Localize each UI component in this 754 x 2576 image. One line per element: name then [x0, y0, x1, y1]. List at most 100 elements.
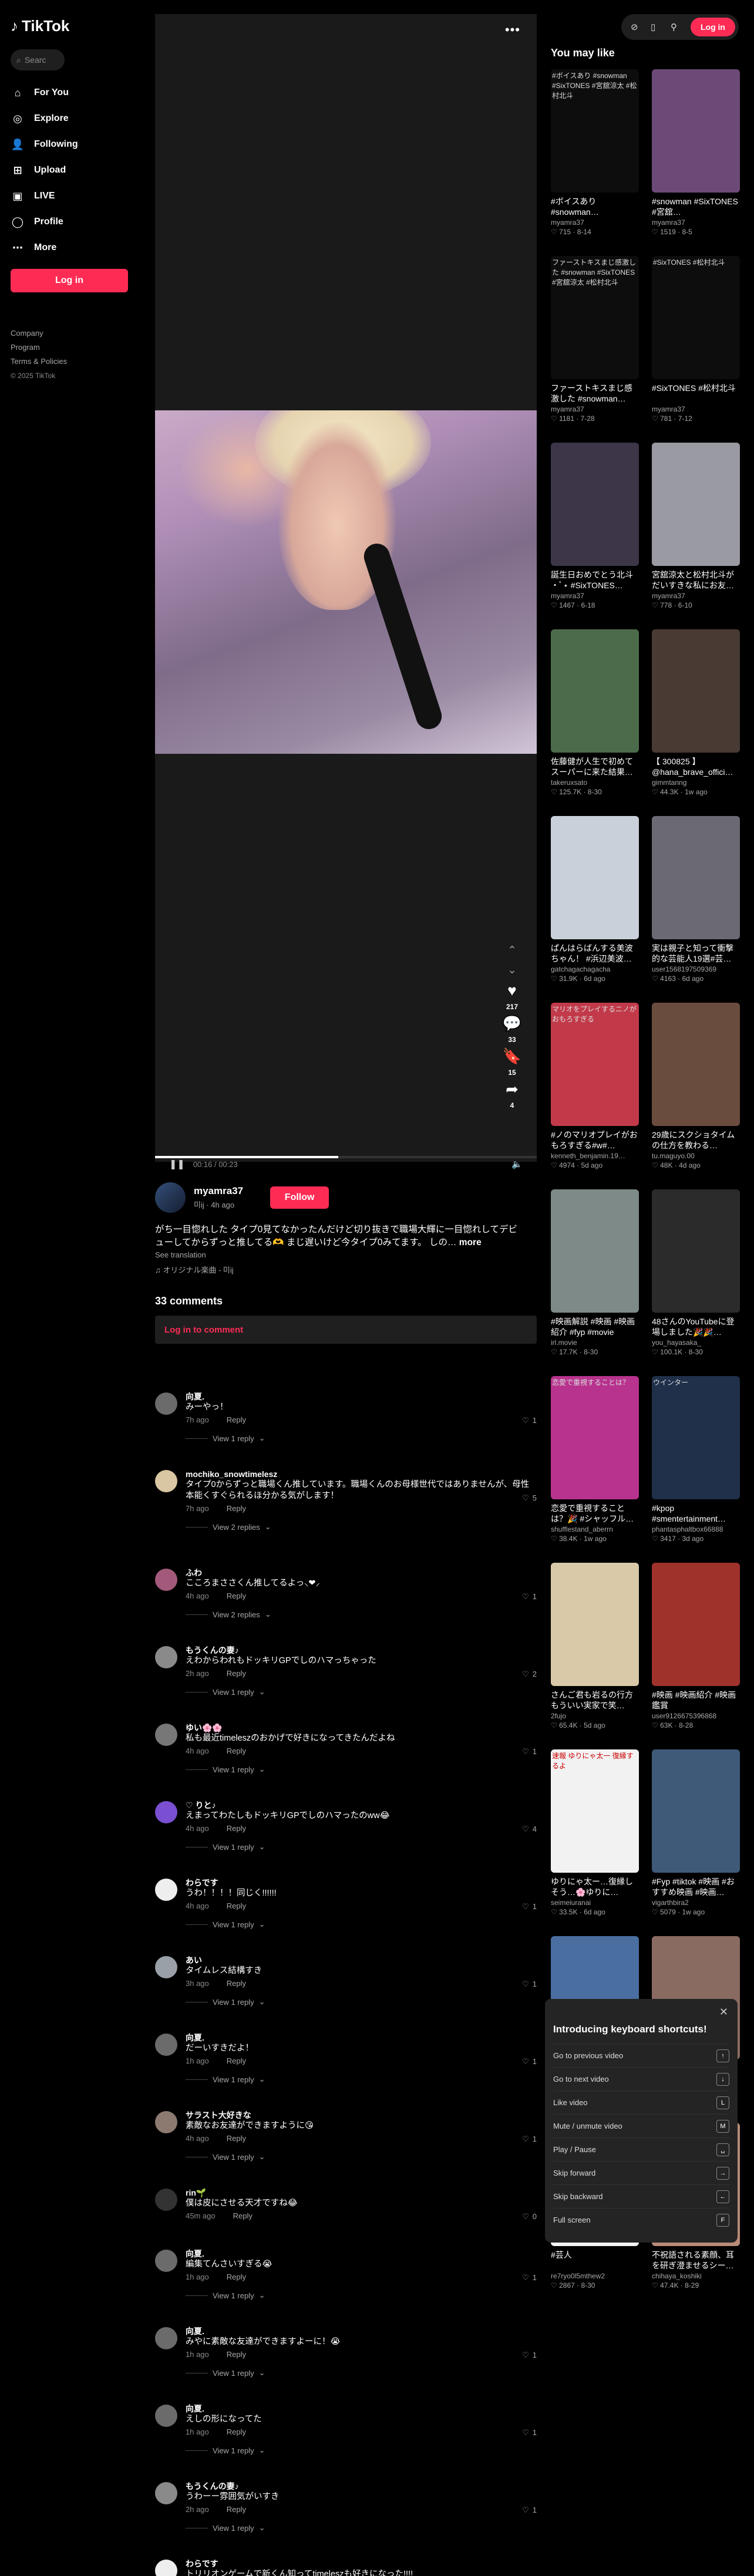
coin-icon[interactable]: ⊘ [631, 22, 641, 32]
card-username[interactable]: gatchagachagacha [551, 965, 639, 973]
video-thumbnail[interactable]: #ボイスあり #snowman #SixTONES #宮舘涼太 #松村北斗 [551, 69, 639, 193]
sidebar-item-explore[interactable]: ◎ Explore [11, 106, 130, 132]
video-player[interactable]: ••• ⌃ ⌄ ♥ 217 💬 33 🔖 15 ➦ 4 [155, 14, 537, 1162]
card-username[interactable]: re7ryo0l5mthew2 [551, 2272, 639, 2280]
comment-like[interactable]: ♡ 5 [522, 1493, 537, 1503]
view-replies-button[interactable]: View 1 reply ⌄ [186, 1842, 537, 1852]
view-replies-button[interactable]: View 2 replies ⌄ [186, 1610, 537, 1619]
card-username[interactable]: myamra37 [551, 592, 639, 600]
comment-like[interactable]: ♡ 1 [522, 2351, 537, 2360]
pin-icon[interactable]: ⚲ [671, 22, 681, 32]
reply-button[interactable]: Reply [227, 1979, 246, 1988]
comment-like[interactable]: ♡ 1 [522, 1902, 537, 1911]
commenter-avatar[interactable] [155, 2482, 177, 2504]
reply-button[interactable]: Reply [227, 1824, 246, 1833]
commenter-name[interactable]: rin🌱 [186, 2187, 537, 2198]
video-thumbnail[interactable]: ファーストキスまじ感激した #snowman #SixTONES #宮舘涼太 #… [551, 256, 639, 379]
recommended-video-card[interactable]: ウインター #kpop #smentertainment… phantasphalt… [652, 1376, 740, 1563]
recommended-video-card[interactable]: #Fyp #tiktok #映画 #おすすめ映画 #映画… vigarthbira… [652, 1749, 740, 1936]
card-username[interactable]: myamra37 [551, 218, 639, 227]
commenter-name[interactable]: もうくんの妻♪ [186, 1645, 537, 1655]
recommended-video-card[interactable]: 速報 ゆりにゃ太一 復縁するよ ゆりにゃ太ー…復縁しそう…🌸ゆりに… seimeiu… [551, 1749, 639, 1936]
commenter-name[interactable]: 向夏. [186, 2248, 537, 2259]
reply-button[interactable]: Reply [227, 1504, 246, 1513]
view-replies-button[interactable]: View 1 reply ⌄ [186, 2075, 537, 2084]
recommended-video-card[interactable]: #映画 #映画紹介 #映画鑑賞 user9126675396868 ♡ 63K · … [652, 1563, 740, 1749]
next-video-icon[interactable]: ⌄ [507, 962, 516, 978]
sidebar-item-for-you[interactable]: ⌂ For You [11, 80, 130, 106]
recommended-video-card[interactable]: ファーストキスまじ感激した #snowman #SixTONES #宮舘涼太 #… [551, 256, 639, 443]
reply-button[interactable]: Reply [227, 1592, 246, 1600]
video-thumbnail[interactable] [652, 1189, 740, 1313]
author-avatar[interactable] [155, 1182, 186, 1213]
view-replies-button[interactable]: View 1 reply ⌄ [186, 1434, 537, 1443]
recommended-video-card[interactable]: 誕生日おめでとう北斗 ・ﾟ⋆ #SixTONES… myamra37 ♡ 1467 … [551, 443, 639, 629]
pause-icon[interactable]: ❚❚ [169, 1158, 185, 1170]
video-thumbnail[interactable] [652, 1003, 740, 1126]
sidebar-item-live[interactable]: ▣ LIVE [11, 183, 130, 209]
card-username[interactable]: phantasphaltbox66888 [652, 1525, 740, 1533]
comment-like[interactable]: ♡ 1 [522, 2057, 537, 2066]
card-username[interactable]: irl.movie [551, 1338, 639, 1347]
view-replies-button[interactable]: View 1 reply ⌄ [186, 1997, 537, 2007]
bookmark-icon[interactable]: 🔖 [503, 1047, 521, 1065]
commenter-avatar[interactable] [155, 1569, 177, 1591]
description-more-link[interactable]: more [459, 1238, 482, 1247]
commenter-avatar[interactable] [155, 2405, 177, 2427]
tiktok-logo[interactable]: ♪ TikTok [11, 14, 130, 38]
commenter-avatar[interactable] [155, 2189, 177, 2211]
reply-button[interactable]: Reply [233, 2211, 253, 2220]
recommended-video-card[interactable]: 実は親子と知って衝撃的な芸能人19選#芸… user1568197509369 ♡ … [652, 816, 740, 1003]
card-username[interactable]: gimmtanng [652, 778, 740, 787]
commenter-name[interactable]: 向夏. [186, 1391, 537, 1402]
reply-button[interactable]: Reply [227, 2272, 246, 2281]
recommended-video-card[interactable]: 48さんのYouTubeに登場しました🎉🎉… you_hayasaka_ ♡ 100… [652, 1189, 740, 1376]
card-username[interactable]: chihaya_koshiki [652, 2272, 740, 2280]
commenter-name[interactable]: ふわ [186, 1567, 537, 1578]
comment-icon[interactable]: 💬 [503, 1014, 521, 1032]
commenter-avatar[interactable] [155, 1392, 177, 1415]
footer-program-link[interactable]: Program [11, 340, 130, 355]
video-thumbnail[interactable] [652, 69, 740, 193]
commenter-avatar[interactable] [155, 2327, 177, 2349]
commenter-name[interactable]: わらです [186, 2558, 537, 2569]
view-replies-button[interactable]: View 2 replies ⌄ [186, 1522, 537, 1532]
video-thumbnail[interactable]: 速報 ゆりにゃ太一 復縁するよ [551, 1749, 639, 1873]
like-icon[interactable]: ♥ [507, 982, 516, 999]
commenter-avatar[interactable] [155, 1724, 177, 1746]
card-username[interactable]: myamra37 [551, 405, 639, 413]
commenter-avatar[interactable] [155, 1956, 177, 1978]
recommended-video-card[interactable]: 恋愛で重視することは？ 恋愛で重視することは？🎉 #シャッフル… shufflest… [551, 1376, 639, 1563]
commenter-name[interactable]: あい [186, 1955, 537, 1965]
video-thumbnail[interactable]: ウインター [652, 1376, 740, 1499]
commenter-name[interactable]: わらです [186, 1877, 537, 1888]
commenter-name[interactable]: ♡ りと♪ [186, 1800, 537, 1810]
comment-like[interactable]: ♡ 0 [522, 2212, 537, 2221]
commenter-name[interactable]: もうくんの妻♪ [186, 2481, 537, 2491]
commenter-avatar[interactable] [155, 2250, 177, 2272]
more-options-icon[interactable]: ••• [505, 22, 520, 38]
reply-button[interactable]: Reply [227, 2505, 246, 2514]
card-username[interactable]: myamra37 [652, 218, 740, 227]
view-replies-button[interactable]: View 1 reply ⌄ [186, 1920, 537, 1929]
card-username[interactable]: shufflestand_aberrn [551, 1525, 639, 1533]
recommended-video-card[interactable]: 29歳にスクショタイムの仕方を教わる… tu.maguyo.00 ♡ 48K · 4… [652, 1003, 740, 1189]
comment-like[interactable]: ♡ 2 [522, 1670, 537, 1679]
view-replies-button[interactable]: View 1 reply ⌄ [186, 2446, 537, 2455]
video-thumbnail[interactable] [652, 443, 740, 566]
reply-button[interactable]: Reply [227, 1415, 246, 1424]
view-replies-button[interactable]: View 1 reply ⌄ [186, 1687, 537, 1697]
commenter-avatar[interactable] [155, 2034, 177, 2056]
reply-button[interactable]: Reply [227, 2056, 246, 2065]
sidebar-item-following[interactable]: 👤 Following [11, 132, 130, 157]
card-username[interactable]: tu.maguyo.00 [652, 1152, 740, 1160]
recommended-video-card[interactable]: さんご君も岩るの行方もういい実家で笑… 2fujo ♡ 65.4K · 5d ago [551, 1563, 639, 1749]
footer-terms-link[interactable]: Terms & Policies [11, 355, 130, 369]
commenter-name[interactable]: 向夏. [186, 2326, 537, 2336]
see-translation-link[interactable]: See translation [155, 1250, 537, 1259]
commenter-avatar[interactable] [155, 2111, 177, 2133]
card-username[interactable]: you_hayasaka_ [652, 1338, 740, 1347]
card-username[interactable]: myamra37 [652, 405, 740, 413]
card-username[interactable]: user9126675396868 [652, 1712, 740, 1720]
video-thumbnail[interactable] [652, 629, 740, 753]
